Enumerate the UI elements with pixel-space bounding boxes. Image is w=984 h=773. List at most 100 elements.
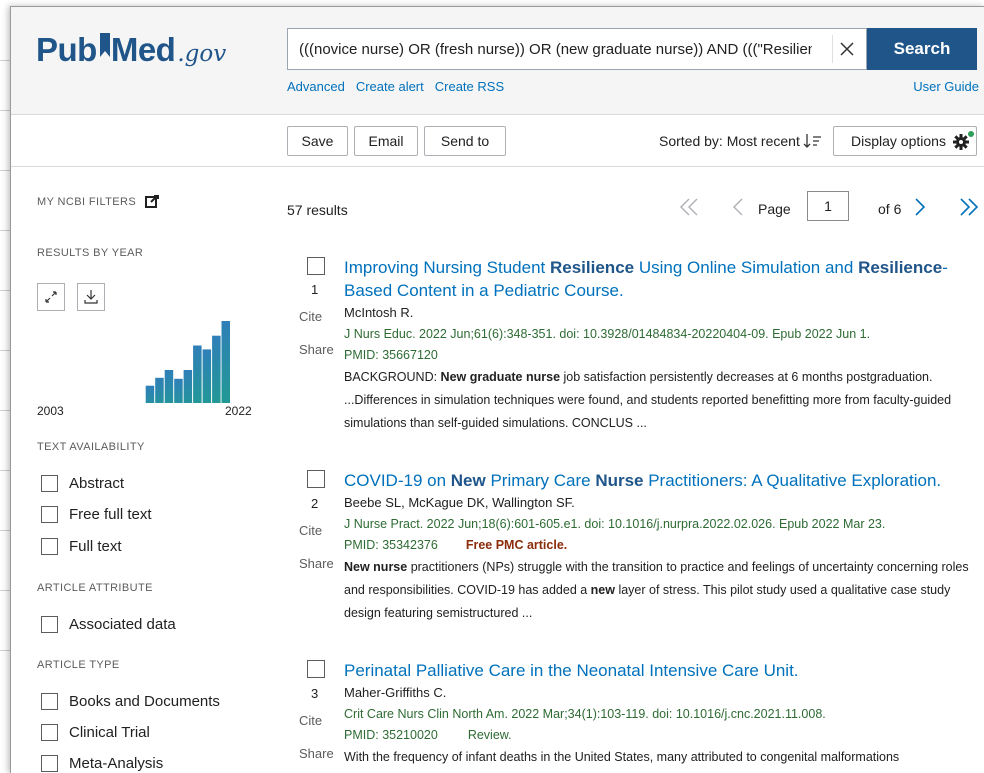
- result-authors: Maher-Griffiths C.: [344, 685, 447, 700]
- search-input[interactable]: [288, 29, 823, 69]
- histogram-bar: [202, 349, 212, 403]
- logo-flag-icon: [99, 33, 110, 57]
- highlighted-term: New: [450, 471, 486, 490]
- article-type-heading: ARTICLE TYPE: [37, 659, 120, 671]
- clear-search-button[interactable]: [832, 35, 861, 63]
- text-segment: Improving Nursing Student: [344, 258, 550, 277]
- result-title-link[interactable]: COVID-19 on New Primary Care Nurse Pract…: [344, 469, 976, 492]
- pubmed-logo[interactable]: Pub Med .gov: [36, 31, 226, 71]
- clinical-trial-checkbox[interactable]: [41, 724, 58, 741]
- next-page-icon[interactable]: [913, 197, 927, 217]
- text-segment: BACKGROUND:: [344, 370, 441, 384]
- result-checkbox[interactable]: [307, 257, 325, 275]
- pubmed-window: Pub Med .gov Search Advanced Create alert…: [10, 6, 984, 773]
- highlighted-term: New graduate nurse: [440, 370, 561, 384]
- free-pmc-article-badge[interactable]: Free PMC article.: [466, 538, 567, 552]
- year-start-label: 2003: [37, 404, 64, 418]
- create-alert-link[interactable]: Create alert: [356, 79, 424, 94]
- text-availability-heading: TEXT AVAILABILITY: [37, 441, 145, 453]
- user-guide-link[interactable]: User Guide: [913, 79, 979, 94]
- background-window-strip: [0, 0, 10, 772]
- filter-label: Full text: [69, 538, 122, 555]
- result-number: 1: [311, 282, 319, 297]
- filter-associated-data[interactable]: Associated data: [41, 616, 176, 633]
- result-authors: Beebe SL, McKague DK, Wallington SF.: [344, 495, 575, 510]
- associated-data-checkbox[interactable]: [41, 616, 58, 633]
- cite-button[interactable]: Cite: [299, 309, 322, 324]
- result-checkbox[interactable]: [307, 660, 325, 678]
- search-box: [287, 28, 867, 70]
- logo-gov: .gov: [177, 41, 227, 67]
- filter-abstract[interactable]: Abstract: [41, 475, 124, 492]
- books-and-documents-checkbox[interactable]: [41, 693, 58, 710]
- result-title-link[interactable]: Perinatal Palliative Care in the Neonata…: [344, 659, 976, 682]
- free-full-text-checkbox[interactable]: [41, 506, 58, 523]
- my-ncbi-filters-label: MY NCBI FILTERS: [37, 196, 137, 208]
- my-ncbi-filters-link[interactable]: MY NCBI FILTERS: [37, 195, 160, 209]
- result-pmid-line: PMID: 35667120: [344, 345, 976, 366]
- filter-books-and-documents[interactable]: Books and Documents: [41, 693, 220, 710]
- previous-page-icon[interactable]: [731, 197, 745, 217]
- advanced-link[interactable]: Advanced: [287, 79, 345, 94]
- header: Pub Med .gov Search Advanced Create alert…: [11, 7, 984, 115]
- meta-analysis-checkbox[interactable]: [41, 755, 58, 772]
- year-histogram[interactable]: [33, 283, 263, 403]
- highlighted-term: Nurse: [595, 471, 644, 490]
- filter-meta-analysis[interactable]: Meta-Analysis: [41, 755, 163, 772]
- result-authors: McIntosh R.: [344, 305, 414, 320]
- filter-label: Clinical Trial: [69, 724, 150, 741]
- full-text-checkbox[interactable]: [41, 538, 58, 555]
- result-citation: Crit Care Nurs Clin North Am. 2022 Mar;3…: [344, 707, 826, 721]
- results-toolbar: Save Email Send to Sorted by: Most recen…: [11, 114, 984, 167]
- text-segment: With the frequency of infant deaths in t…: [344, 750, 900, 764]
- results-count: 57 results: [287, 202, 348, 218]
- filter-full-text[interactable]: Full text: [41, 538, 122, 555]
- page-count: of 6: [878, 201, 902, 217]
- filter-clinical-trial[interactable]: Clinical Trial: [41, 724, 150, 741]
- histogram-bar: [221, 321, 230, 403]
- create-rss-link[interactable]: Create RSS: [435, 79, 504, 94]
- sort-descending-icon: [803, 134, 821, 148]
- text-segment: COVID-19 on: [344, 471, 451, 490]
- filter-label: Meta-Analysis: [69, 755, 164, 772]
- result-number: 2: [311, 496, 319, 511]
- sort-control[interactable]: Sorted by: Most recent: [659, 133, 823, 149]
- result-pmid: PMID: 35667120: [344, 348, 438, 362]
- share-button[interactable]: Share: [299, 342, 334, 357]
- result-body: Perinatal Palliative Care in the Neonata…: [344, 659, 976, 769]
- logo-med: Med: [110, 31, 176, 68]
- review-badge: Review.: [467, 728, 512, 742]
- display-options-button[interactable]: Display options: [833, 126, 977, 156]
- result-citation: J Nurse Pract. 2022 Jun;18(6):601-605.e1…: [344, 517, 886, 531]
- close-icon: [840, 42, 854, 56]
- sort-label: Sorted by: Most recent: [659, 133, 800, 149]
- histogram-bar: [164, 370, 174, 403]
- result-title-link[interactable]: Improving Nursing Student Resilience Usi…: [344, 256, 976, 302]
- text-segment: Primary Care: [485, 471, 596, 490]
- filter-free-full-text[interactable]: Free full text: [41, 506, 152, 523]
- result-pmid: PMID: 35342376: [344, 538, 438, 552]
- share-button[interactable]: Share: [299, 556, 334, 571]
- last-page-icon[interactable]: [958, 197, 980, 217]
- cite-button[interactable]: Cite: [299, 713, 322, 728]
- abstract-checkbox[interactable]: [41, 475, 58, 492]
- result-number: 3: [311, 686, 319, 701]
- result-snippet: With the frequency of infant deaths in t…: [344, 746, 976, 769]
- save-button[interactable]: Save: [287, 126, 348, 156]
- histogram-bar: [212, 335, 221, 403]
- filter-label: Associated data: [69, 616, 176, 633]
- histogram-bar: [193, 345, 202, 403]
- email-button[interactable]: Email: [354, 126, 418, 156]
- result-pmid-line: PMID: 35342376 Free PMC article.: [344, 535, 976, 556]
- page-number-input[interactable]: 1: [807, 191, 849, 221]
- search-button[interactable]: Search: [867, 28, 977, 70]
- first-page-icon[interactable]: [678, 197, 700, 217]
- result-checkbox[interactable]: [307, 470, 325, 488]
- highlighted-term: new: [590, 583, 615, 597]
- filter-label: Abstract: [69, 475, 125, 492]
- share-button[interactable]: Share: [299, 746, 334, 761]
- send-to-button[interactable]: Send to: [424, 126, 506, 156]
- cite-button[interactable]: Cite: [299, 523, 322, 538]
- result-body: COVID-19 on New Primary Care Nurse Pract…: [344, 469, 976, 625]
- result-snippet: BACKGROUND: New graduate nurse job satis…: [344, 366, 976, 435]
